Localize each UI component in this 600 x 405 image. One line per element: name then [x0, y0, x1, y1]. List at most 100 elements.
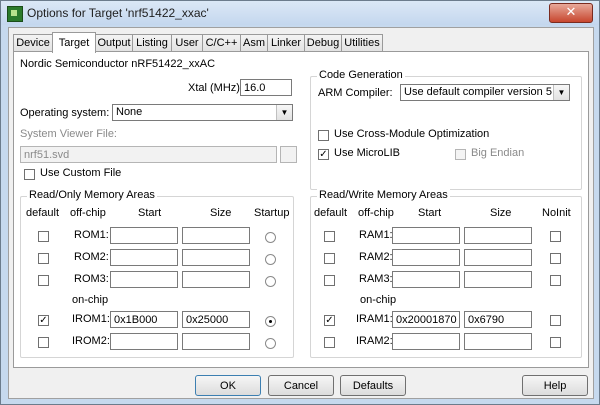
- tab-user[interactable]: User: [171, 34, 203, 52]
- compiler-value: Use default compiler version 5: [404, 86, 552, 98]
- ram2-size-input[interactable]: [464, 249, 532, 266]
- svf-browse-button[interactable]: [280, 146, 297, 163]
- iram2-noinit-checkbox[interactable]: [550, 337, 561, 348]
- ram-header-size: Size: [490, 207, 512, 219]
- ram1-size-input[interactable]: [464, 227, 532, 244]
- ram2-label: RAM2:: [359, 251, 393, 263]
- iram2-start-input[interactable]: [392, 333, 460, 350]
- irom2-label: IROM2:: [72, 335, 110, 347]
- irom1-startup-radio[interactable]: [265, 316, 276, 327]
- rom1-start-input[interactable]: [110, 227, 178, 244]
- ram2-noinit-checkbox[interactable]: [550, 253, 561, 264]
- svf-input[interactable]: nrf51.svd: [20, 146, 277, 163]
- tab-linker[interactable]: Linker: [267, 34, 305, 52]
- ram3-start-input[interactable]: [392, 271, 460, 288]
- device-name: Nordic Semiconductor nRF51422_xxAC: [20, 58, 216, 70]
- ram-header-default: default: [314, 207, 348, 219]
- irom2-startup-radio[interactable]: [265, 338, 276, 349]
- rom-header-size: Size: [210, 207, 232, 219]
- rom2-size-input[interactable]: [182, 249, 250, 266]
- irom1-start-input[interactable]: 0x1B000: [110, 311, 178, 328]
- tab-cc[interactable]: C/C++: [202, 34, 241, 52]
- defaults-button[interactable]: Defaults: [340, 375, 406, 396]
- tab-utilities[interactable]: Utilities: [341, 34, 383, 52]
- rom-header-startup: Startup: [254, 207, 290, 219]
- irom1-default-checkbox[interactable]: ✓: [38, 315, 49, 326]
- tab-listing[interactable]: Listing: [132, 34, 172, 52]
- rom2-label: ROM2:: [74, 251, 109, 263]
- svf-label: System Viewer File:: [20, 128, 117, 140]
- big-endian-checkbox[interactable]: [455, 149, 466, 160]
- title-bar[interactable]: Options for Target 'nrf51422_xxac' ✕: [1, 1, 599, 25]
- tab-target[interactable]: Target: [52, 32, 96, 53]
- compiler-label: ARM Compiler:: [318, 87, 393, 99]
- rom2-default-checkbox[interactable]: [38, 253, 49, 264]
- irom1-label: IROM1:: [72, 313, 110, 325]
- ram-header-start: Start: [418, 207, 442, 219]
- iram2-size-input[interactable]: [464, 333, 532, 350]
- tab-output[interactable]: Output: [95, 34, 133, 52]
- iram1-size-input[interactable]: 0x6790: [464, 311, 532, 328]
- xtal-input[interactable]: 16.0: [240, 79, 292, 96]
- window-title: Options for Target 'nrf51422_xxac': [27, 6, 209, 20]
- ram-header-offchip: off-chip: [358, 207, 394, 219]
- chevron-down-icon: ▼: [276, 105, 292, 120]
- ram3-noinit-checkbox[interactable]: [550, 275, 561, 286]
- ok-button[interactable]: OK: [195, 375, 261, 396]
- app-icon: [7, 6, 23, 22]
- tab-device[interactable]: Device: [13, 34, 53, 52]
- cross-module-label: Use Cross-Module Optimization: [334, 128, 490, 140]
- iram1-default-checkbox[interactable]: ✓: [324, 315, 335, 326]
- tab-asm[interactable]: Asm: [240, 34, 268, 52]
- code-generation-title: Code Generation: [317, 69, 405, 81]
- rom3-size-input[interactable]: [182, 271, 250, 288]
- rom2-start-input[interactable]: [110, 249, 178, 266]
- irom1-size-input[interactable]: 0x25000: [182, 311, 250, 328]
- ram1-default-checkbox[interactable]: [324, 231, 335, 242]
- dialog-body: Device Target Output Listing User C/C++ …: [8, 27, 594, 399]
- os-select[interactable]: None ▼: [112, 104, 293, 121]
- ram3-size-input[interactable]: [464, 271, 532, 288]
- ram1-start-input[interactable]: [392, 227, 460, 244]
- ram3-label: RAM3:: [359, 273, 393, 285]
- xtal-label: Xtal (MHz):: [188, 82, 243, 94]
- ram1-noinit-checkbox[interactable]: [550, 231, 561, 242]
- iram1-noinit-checkbox[interactable]: [550, 315, 561, 326]
- options-dialog: Options for Target 'nrf51422_xxac' ✕ Dev…: [0, 0, 600, 405]
- close-button[interactable]: ✕: [549, 3, 593, 23]
- rom3-start-input[interactable]: [110, 271, 178, 288]
- ram1-label: RAM1:: [359, 229, 393, 241]
- irom2-start-input[interactable]: [110, 333, 178, 350]
- rom3-startup-radio[interactable]: [265, 276, 276, 287]
- ram2-default-checkbox[interactable]: [324, 253, 335, 264]
- cross-module-checkbox[interactable]: [318, 130, 329, 141]
- irom2-size-input[interactable]: [182, 333, 250, 350]
- iram2-label: IRAM2:: [356, 335, 393, 347]
- iram2-default-checkbox[interactable]: [324, 337, 335, 348]
- compiler-select[interactable]: Use default compiler version 5 ▼: [400, 84, 570, 101]
- rom1-default-checkbox[interactable]: [38, 231, 49, 242]
- rom-group-title: Read/Only Memory Areas: [27, 189, 157, 201]
- ram-group-title: Read/Write Memory Areas: [317, 189, 450, 201]
- iram1-start-input[interactable]: 0x20001870: [392, 311, 460, 328]
- rom3-default-checkbox[interactable]: [38, 275, 49, 286]
- ram3-default-checkbox[interactable]: [324, 275, 335, 286]
- ram2-start-input[interactable]: [392, 249, 460, 266]
- cancel-button[interactable]: Cancel: [268, 375, 334, 396]
- ram-onchip-label: on-chip: [360, 294, 397, 306]
- rom1-label: ROM1:: [74, 229, 109, 241]
- microlib-checkbox[interactable]: ✓: [318, 149, 329, 160]
- rom-header-start: Start: [138, 207, 162, 219]
- microlib-label: Use MicroLIB: [334, 147, 401, 159]
- rom1-startup-radio[interactable]: [265, 232, 276, 243]
- os-value: None: [116, 106, 143, 118]
- rom2-startup-radio[interactable]: [265, 254, 276, 265]
- big-endian-label: Big Endian: [471, 147, 525, 159]
- help-button[interactable]: Help: [522, 375, 588, 396]
- irom2-default-checkbox[interactable]: [38, 337, 49, 348]
- rom1-size-input[interactable]: [182, 227, 250, 244]
- rom3-label: ROM3:: [74, 273, 109, 285]
- use-custom-file-checkbox[interactable]: [24, 169, 35, 180]
- tab-debug[interactable]: Debug: [304, 34, 342, 52]
- rom-header-offchip: off-chip: [70, 207, 106, 219]
